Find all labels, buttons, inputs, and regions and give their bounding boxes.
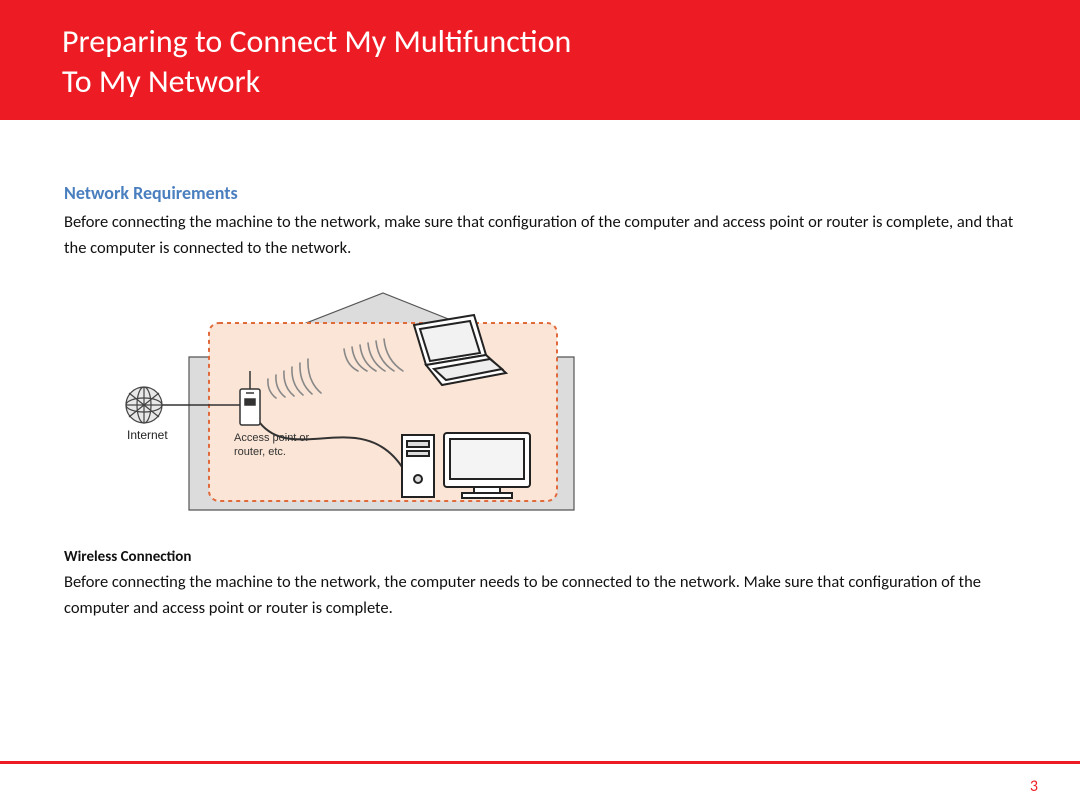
content-area: Network Requirements Before connecting t…	[0, 120, 1080, 621]
footer-rule	[0, 761, 1080, 764]
page-title-line2: To My Network	[62, 62, 260, 101]
internet-label: Internet	[127, 428, 168, 442]
intro-paragraph: Before connecting the machine to the net…	[64, 210, 1016, 261]
page-header: Preparing to Connect My Multifunction To…	[0, 0, 1080, 120]
section-heading-network-requirements: Network Requirements	[64, 182, 1016, 204]
subheading-wireless-connection: Wireless Connection	[64, 548, 1016, 566]
page-number: 3	[1030, 777, 1038, 796]
network-diagram: Internet Access point or router, etc.	[114, 275, 1016, 530]
page-title-line1: Preparing to Connect My Multifunction	[62, 22, 571, 61]
page-title: Preparing to Connect My Multifunction To…	[62, 22, 1040, 102]
ap-label-line2: router, etc.	[234, 446, 286, 458]
wireless-paragraph: Before connecting the machine to the net…	[64, 570, 1016, 621]
